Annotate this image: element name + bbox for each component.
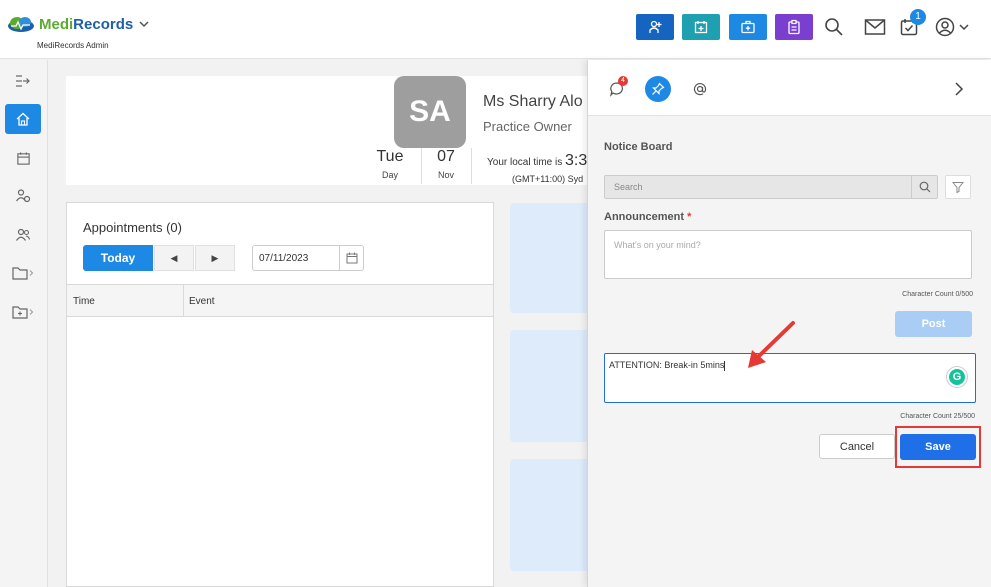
- notice-search-input[interactable]: Search: [604, 175, 938, 199]
- column-header-time[interactable]: Time: [73, 296, 95, 307]
- user-name: Ms Sharry Alo: [483, 93, 583, 110]
- dashboard-card: [510, 330, 590, 442]
- nav-practitioners[interactable]: [5, 181, 41, 211]
- date-picker-input[interactable]: 07/11/2023: [252, 245, 364, 271]
- tasks-badge: 1: [910, 9, 926, 25]
- home-icon: [16, 112, 30, 126]
- app-logo[interactable]: MediRecords: [6, 15, 149, 33]
- users-icon: [16, 228, 31, 241]
- caret-right-icon: ▶: [211, 252, 219, 263]
- search-button[interactable]: [823, 16, 845, 38]
- filter-icon: [952, 182, 964, 193]
- left-nav-rail: [0, 60, 48, 587]
- date-value: 07: [437, 148, 455, 165]
- user-role: Practice Owner: [483, 119, 572, 134]
- filter-button[interactable]: [945, 175, 971, 199]
- day-label: Day: [381, 170, 398, 180]
- timezone: (GMT+11:00) Syd: [512, 174, 584, 184]
- next-day-button[interactable]: ▶: [195, 245, 235, 271]
- date-picker-button[interactable]: [339, 246, 363, 270]
- calendar-add-icon: [694, 21, 708, 34]
- expand-menu-icon: [16, 75, 30, 87]
- announcement-label: Announcement *: [604, 211, 692, 223]
- app-subtitle: MediRecords Admin: [37, 41, 109, 50]
- mail-button[interactable]: [864, 16, 886, 38]
- caret-left-icon: ◀: [170, 252, 178, 263]
- local-time: Your local time is 3:3: [487, 152, 588, 169]
- brand-name: MediRecords: [39, 15, 134, 33]
- mail-icon: [864, 19, 886, 35]
- search-icon: [825, 18, 843, 36]
- folder-tree-icon: [12, 306, 34, 319]
- nav-calendar[interactable]: [5, 143, 41, 173]
- character-count: Character Count 0/500: [902, 291, 973, 298]
- nav-folders[interactable]: [5, 258, 41, 288]
- calendar-icon: [346, 252, 357, 264]
- pin-tab[interactable]: [645, 76, 671, 102]
- chat-badge: 4: [618, 76, 628, 86]
- column-divider: [183, 285, 184, 316]
- post-button[interactable]: Post: [895, 311, 972, 337]
- panel-header: 4: [588, 60, 991, 116]
- mentions-tab[interactable]: [687, 76, 713, 102]
- clipboard-button[interactable]: [775, 14, 813, 40]
- expand-menu-button[interactable]: [5, 66, 41, 96]
- nav-home[interactable]: [5, 104, 41, 134]
- today-button[interactable]: Today: [83, 245, 153, 271]
- clipboard-icon: [788, 19, 800, 35]
- at-sign-icon: [693, 83, 707, 96]
- appointment-button[interactable]: [682, 14, 720, 40]
- text-cursor: [724, 360, 726, 371]
- cloud-logo-icon: [8, 17, 34, 32]
- appointments-table-header: Time Event: [67, 284, 493, 317]
- save-highlight-box: [895, 426, 981, 468]
- month-label: Nov: [437, 170, 454, 180]
- announcement-textarea[interactable]: What's on your mind?: [604, 230, 972, 279]
- practitioner-icon: [16, 189, 31, 203]
- folder-icon: [12, 267, 34, 280]
- chevron-right-icon: [955, 82, 964, 96]
- divider: [471, 148, 472, 184]
- chevron-down-icon: [959, 24, 969, 31]
- appointments-panel: Appointments (0) Today ◀ ▶ 07/11/2023 Ti…: [66, 202, 494, 587]
- dashboard-card: [510, 459, 590, 571]
- search-button[interactable]: [911, 176, 937, 198]
- profile-card: SA Ms Sharry Alo Practice Owner Tue Day …: [66, 76, 606, 185]
- search-icon: [919, 181, 930, 193]
- top-bar: MediRecords MediRecords Admin 1: [0, 0, 991, 59]
- dashboard-card: [510, 203, 590, 313]
- medical-kit-button[interactable]: [729, 14, 767, 40]
- appointments-title: Appointments (0): [83, 220, 182, 235]
- column-header-event[interactable]: Event: [189, 296, 215, 307]
- add-patient-icon: [649, 20, 662, 33]
- date-cell: 07 Nov: [426, 148, 466, 180]
- grammarly-icon[interactable]: G: [947, 367, 967, 387]
- notice-edit-textarea[interactable]: ATTENTION: Break-in 5mins G: [604, 353, 976, 403]
- notice-text: ATTENTION: Break-in 5mins: [609, 360, 725, 370]
- day-value: Tue: [376, 148, 404, 165]
- date-value: 07/11/2023: [259, 253, 309, 264]
- search-placeholder: Search: [614, 182, 643, 192]
- cancel-button[interactable]: Cancel: [819, 434, 895, 459]
- notice-board-title: Notice Board: [604, 141, 673, 153]
- avatar: SA: [394, 76, 466, 148]
- chevron-down-icon[interactable]: [139, 19, 149, 29]
- calendar-icon: [16, 151, 30, 165]
- divider: [421, 148, 422, 184]
- user-icon: [935, 17, 955, 37]
- notice-board-panel: 4 Notice Board Search Announcement * Wha…: [587, 60, 991, 587]
- close-panel-button[interactable]: [946, 76, 972, 102]
- required-mark: *: [687, 211, 692, 223]
- pin-icon: [652, 82, 665, 95]
- nav-patients[interactable]: [5, 220, 41, 250]
- add-patient-button[interactable]: [636, 14, 674, 40]
- character-count: Character Count 25/500: [900, 413, 975, 420]
- medical-kit-icon: [741, 20, 755, 34]
- prev-day-button[interactable]: ◀: [154, 245, 194, 271]
- day-cell: Tue Day: [370, 148, 410, 180]
- nav-folder-tree[interactable]: [5, 297, 41, 327]
- user-menu-button[interactable]: [932, 16, 972, 38]
